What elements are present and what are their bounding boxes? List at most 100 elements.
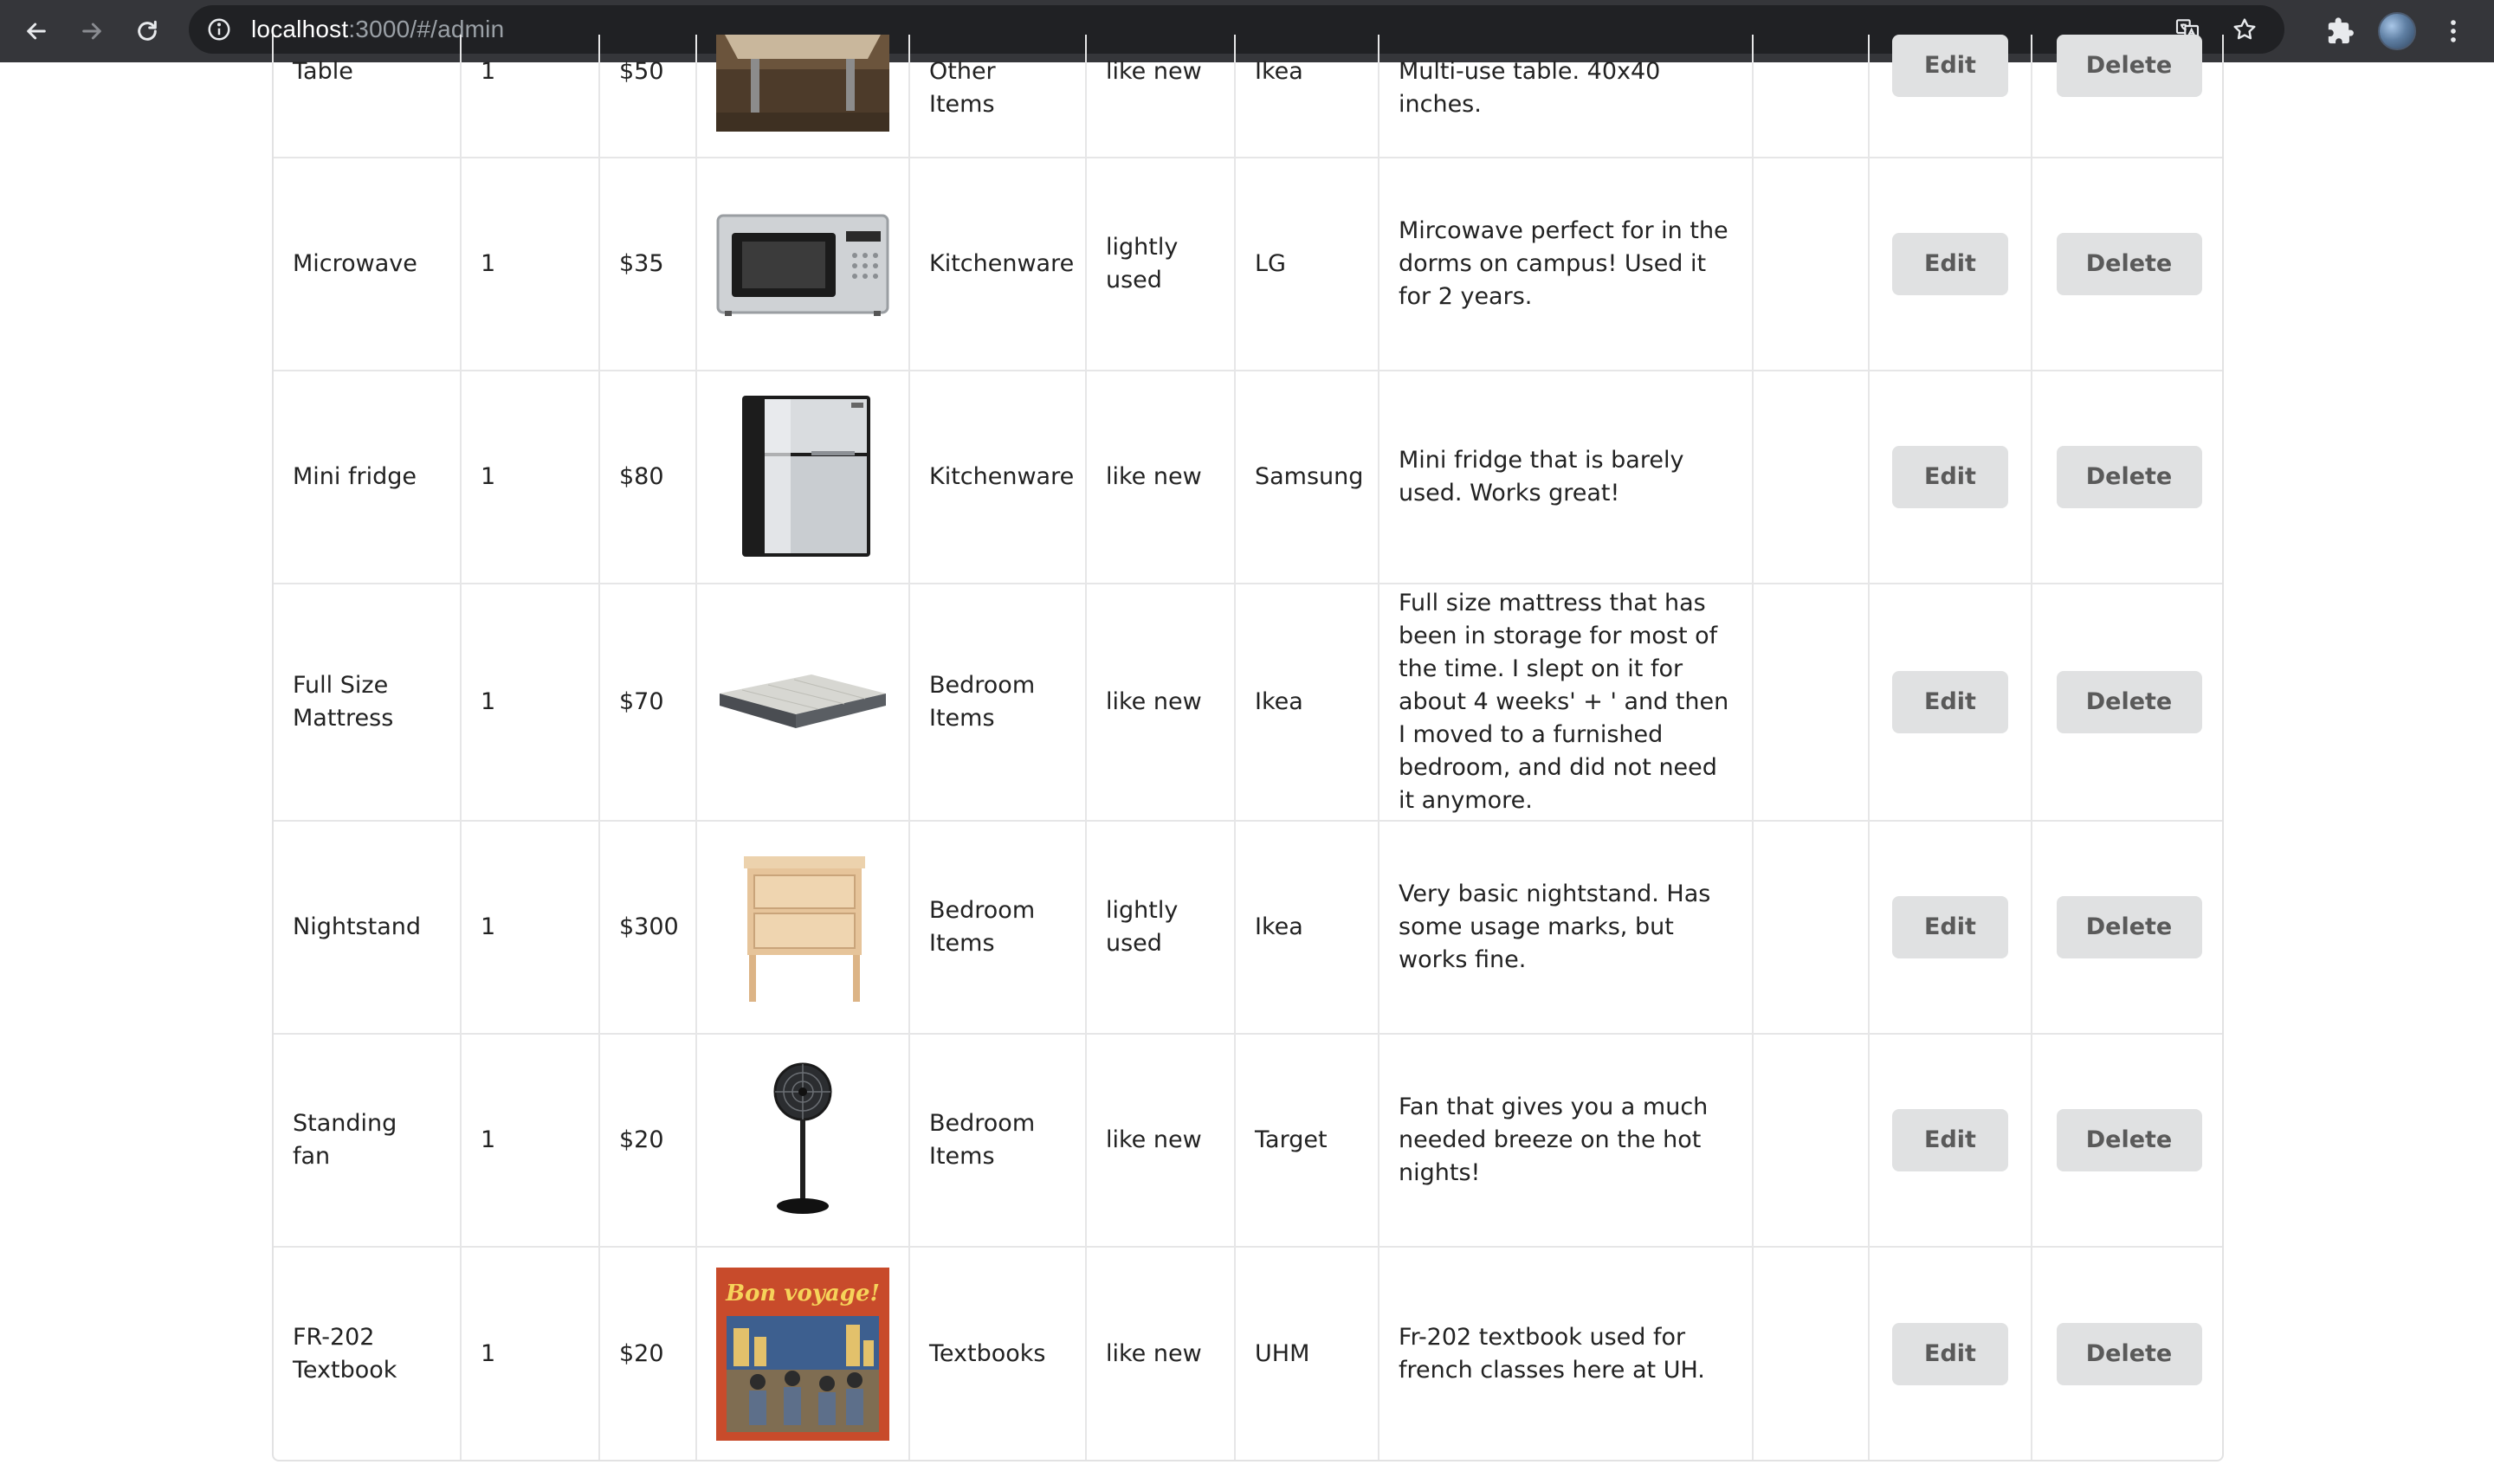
item-price: $20 <box>619 1126 664 1153</box>
cell-brand: LG <box>1235 158 1379 371</box>
item-condition: like new <box>1106 463 1202 490</box>
puzzle-icon[interactable] <box>2326 16 2355 46</box>
cell-empty <box>1753 821 1870 1035</box>
item-category: Kitchenware <box>929 463 1075 490</box>
cell-empty <box>1753 371 1870 584</box>
item-name: Standing fan <box>293 1110 397 1170</box>
item-brand: Samsung <box>1255 463 1364 490</box>
arrow-left-icon[interactable] <box>9 3 64 59</box>
cell-image <box>696 584 910 822</box>
cell-category: Bedroom Items <box>909 584 1087 822</box>
item-category: Bedroom Items <box>929 897 1036 957</box>
cell-price: $50 <box>599 35 697 158</box>
item-description: Multi-use table. 40x40 inches. <box>1399 58 1661 118</box>
cell-brand: Ikea <box>1235 35 1379 158</box>
edit-button[interactable]: Edit <box>1892 35 2008 97</box>
cell-name: Standing fan <box>274 1034 462 1248</box>
item-condition: like new <box>1106 58 1202 85</box>
edit-button[interactable]: Edit <box>1892 1109 2008 1171</box>
info-icon[interactable] <box>206 16 232 42</box>
item-description: Fan that gives you a much needed breeze … <box>1399 1094 1709 1186</box>
standing-fan-photo <box>716 1062 889 1218</box>
item-price: $20 <box>619 1339 664 1367</box>
cell-edit: Edit <box>1869 35 2032 158</box>
mini-fridge-photo <box>716 392 889 562</box>
cell-price: $20 <box>599 1034 697 1248</box>
cell-quantity: 1 <box>461 821 600 1035</box>
item-condition: lightly used <box>1106 234 1179 294</box>
item-description: Mircowave perfect for in the dorms on ca… <box>1399 217 1728 310</box>
delete-button[interactable]: Delete <box>2056 1322 2202 1385</box>
cell-brand: Ikea <box>1235 821 1379 1035</box>
edit-button[interactable]: Edit <box>1892 446 2008 508</box>
table-row: Table 1 $50 Other Items like new Ikea Multi-us… <box>274 35 2222 158</box>
item-condition: like new <box>1106 1126 1202 1153</box>
item-category: Other Items <box>929 58 996 118</box>
cell-quantity: 1 <box>461 158 600 371</box>
item-name: Microwave <box>293 250 417 277</box>
cell-description: Full size mattress that has been in stor… <box>1379 584 1754 822</box>
item-condition: like new <box>1106 1339 1202 1367</box>
edit-button[interactable]: Edit <box>1892 671 2008 733</box>
item-category: Textbooks <box>929 1339 1046 1367</box>
cell-delete: Delete <box>2032 584 2222 822</box>
delete-button[interactable]: Delete <box>2056 896 2202 958</box>
item-quantity: 1 <box>481 913 496 940</box>
cell-empty <box>1753 1034 1870 1248</box>
table-row: Microwave 1 $35 Kitchenware lightly used LG Mi… <box>274 158 2222 371</box>
cell-brand: Target <box>1235 1034 1379 1248</box>
item-quantity: 1 <box>481 1339 496 1367</box>
cell-condition: like new <box>1086 1034 1236 1248</box>
cell-image <box>696 1034 910 1248</box>
cell-name: Mini fridge <box>274 371 462 584</box>
item-brand: Target <box>1255 1126 1328 1153</box>
cell-name: Full Size Mattress <box>274 584 462 822</box>
star-icon[interactable] <box>2231 16 2258 43</box>
delete-button[interactable]: Delete <box>2056 671 2202 733</box>
item-description: Very basic nightstand. Has some usage ma… <box>1399 881 1711 973</box>
edit-button[interactable]: Edit <box>1892 233 2008 295</box>
cell-image <box>696 821 910 1035</box>
item-brand: UHM <box>1255 1339 1310 1367</box>
edit-button[interactable]: Edit <box>1892 1322 2008 1385</box>
cell-edit: Edit <box>1869 158 2032 371</box>
item-name: FR-202 Textbook <box>293 1323 397 1384</box>
item-name: Table <box>293 58 353 85</box>
cell-category: Kitchenware <box>909 158 1087 371</box>
item-description: Mini fridge that is barely used. Works g… <box>1399 447 1684 506</box>
item-price: $300 <box>619 913 679 940</box>
item-name: Mini fridge <box>293 463 417 490</box>
cell-price: $300 <box>599 821 697 1035</box>
cell-delete: Delete <box>2032 371 2222 584</box>
arrow-right-icon[interactable] <box>64 3 120 59</box>
item-price: $35 <box>619 250 664 277</box>
cell-condition: lightly used <box>1086 158 1236 371</box>
item-brand: Ikea <box>1255 688 1303 715</box>
cell-quantity: 1 <box>461 371 600 584</box>
table-row: FR-202 Textbook 1 $20 Bon voyage! Textbooks l… <box>274 1247 2222 1460</box>
cell-description: Fr-202 textbook used for french classes … <box>1379 1247 1754 1460</box>
cell-category: Bedroom Items <box>909 821 1087 1035</box>
delete-button[interactable]: Delete <box>2056 1109 2202 1171</box>
cell-condition: like new <box>1086 371 1236 584</box>
cell-name: Table <box>274 35 462 158</box>
edit-button[interactable]: Edit <box>1892 896 2008 958</box>
cell-empty <box>1753 584 1870 822</box>
item-brand: Ikea <box>1255 913 1303 940</box>
item-quantity: 1 <box>481 688 496 715</box>
delete-button[interactable]: Delete <box>2056 233 2202 295</box>
delete-button[interactable]: Delete <box>2056 35 2202 97</box>
cell-price: $20 <box>599 1247 697 1460</box>
cell-image <box>696 158 910 371</box>
cell-delete: Delete <box>2032 1247 2222 1460</box>
cell-description: Mini fridge that is barely used. Works g… <box>1379 371 1754 584</box>
kebab-menu-icon[interactable] <box>2439 16 2468 46</box>
item-category: Bedroom Items <box>929 672 1036 732</box>
cell-edit: Edit <box>1869 584 2032 822</box>
avatar[interactable] <box>2378 12 2416 50</box>
cell-category: Textbooks <box>909 1247 1087 1460</box>
delete-button[interactable]: Delete <box>2056 446 2202 508</box>
reload-icon[interactable] <box>120 3 175 59</box>
cell-image <box>696 371 910 584</box>
cell-edit: Edit <box>1869 1034 2032 1248</box>
